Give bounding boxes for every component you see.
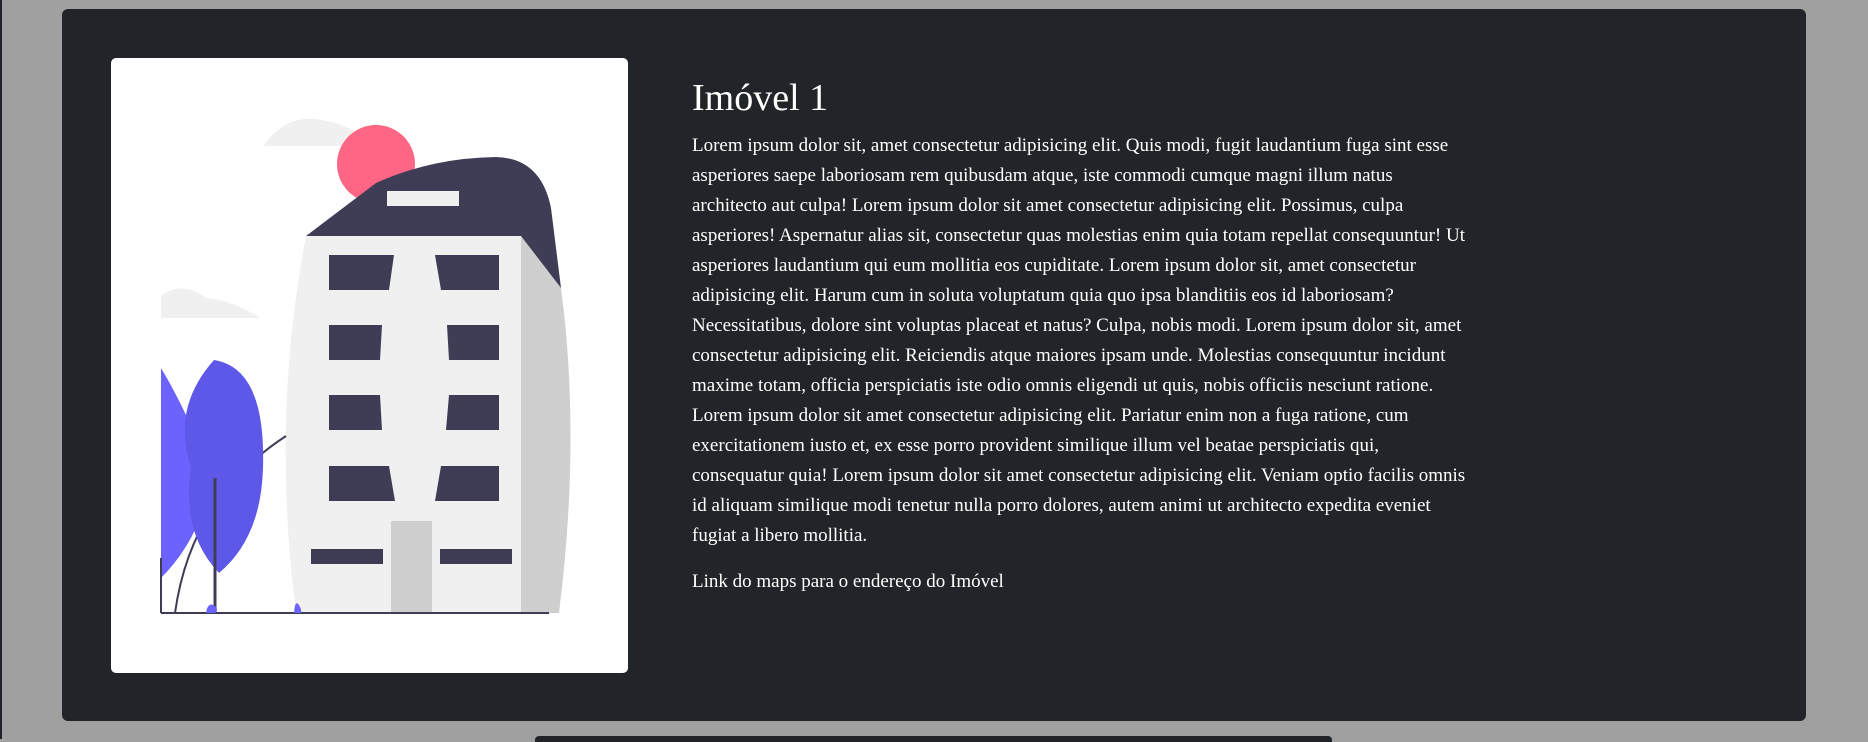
property-details: Imóvel 1 Lorem ipsum dolor sit, amet con… xyxy=(692,75,1467,597)
building-illustration xyxy=(160,118,571,614)
cloud-left-icon xyxy=(161,288,261,318)
property-image xyxy=(111,58,628,673)
door-icon xyxy=(391,521,432,613)
window-icon xyxy=(329,255,394,290)
tree-front-icon xyxy=(184,360,264,573)
maps-link[interactable]: Link do maps para o endereço do Imóvel xyxy=(692,567,1004,597)
window-icon xyxy=(440,549,512,564)
window-icon xyxy=(329,466,395,501)
property-title: Imóvel 1 xyxy=(692,77,829,119)
roof-sign-icon xyxy=(387,191,459,206)
window-icon xyxy=(446,395,499,430)
window-icon xyxy=(329,325,382,360)
next-card-edge xyxy=(535,736,1332,742)
window-icon xyxy=(329,395,382,430)
window-icon xyxy=(435,466,499,501)
property-card: Imóvel 1 Lorem ipsum dolor sit, amet con… xyxy=(62,9,1806,721)
page-left-edge xyxy=(0,0,2,739)
window-icon xyxy=(447,325,499,360)
window-icon xyxy=(435,255,499,290)
window-icon xyxy=(311,549,383,564)
property-description: Lorem ipsum dolor sit, amet consectetur … xyxy=(692,135,1466,546)
building-side-icon xyxy=(521,236,571,613)
